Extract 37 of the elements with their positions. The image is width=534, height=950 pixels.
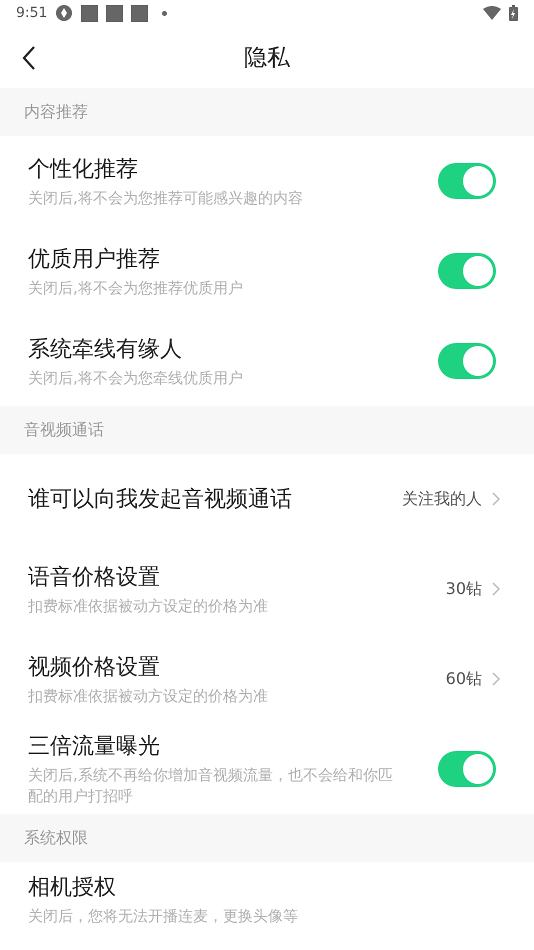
battery-icon xyxy=(509,5,518,21)
section-header: 内容推荐 xyxy=(24,102,88,122)
chevron-icon xyxy=(492,582,500,596)
chevron-icon xyxy=(492,672,500,686)
setting-description: 扣费标准依据被动方设定的价格为准 xyxy=(28,596,269,616)
aperture-icon xyxy=(55,4,74,22)
more-dot-icon xyxy=(162,10,168,16)
notification-icon xyxy=(106,4,124,22)
setting-title: 三倍流量曝光 xyxy=(28,733,161,761)
notification-icon xyxy=(81,4,98,22)
setting-title: 系统牵线有缘人 xyxy=(28,336,183,364)
value-link[interactable]: 关注我的人 xyxy=(402,488,500,510)
setting-title: 个性化推荐 xyxy=(28,156,139,184)
page-title: 隐私 xyxy=(244,44,290,72)
setting-description: 关闭后,将不会为您牵线优质用户 xyxy=(28,368,244,388)
setting-description: 关闭后,系统不再给你增加音视频流量，也不会给和你匹配的用户打招呼 xyxy=(28,765,393,807)
setting-title: 相机授权 xyxy=(28,874,117,902)
toggle-switch[interactable] xyxy=(438,163,496,199)
toggle-switch[interactable] xyxy=(438,343,496,379)
setting-title: 优质用户推荐 xyxy=(28,246,161,274)
chevron-icon xyxy=(492,492,500,506)
section-header: 系统权限 xyxy=(24,828,88,848)
value-link[interactable]: 30钻 xyxy=(446,578,500,600)
setting-title: 谁可以向我发起音视频通话 xyxy=(28,486,293,514)
section-header: 音视频通话 xyxy=(24,420,104,440)
status-time: 9:51 xyxy=(16,5,48,21)
setting-description: 关闭后,将不会为您推荐可能感兴趣的内容 xyxy=(28,188,304,208)
toggle-switch[interactable] xyxy=(438,751,496,787)
setting-description: 关闭后,将不会为您推荐优质用户 xyxy=(28,278,244,298)
wifi-icon xyxy=(483,6,501,20)
notification-icon xyxy=(131,4,148,22)
setting-description: 关闭后，您将无法开播连麦，更换头像等 xyxy=(28,906,299,927)
value-link[interactable]: 60钻 xyxy=(446,668,500,690)
setting-title: 视频价格设置 xyxy=(28,654,161,682)
setting-title: 语音价格设置 xyxy=(28,564,161,592)
setting-description: 扣费标准依据被动方设定的价格为准 xyxy=(28,686,269,706)
toggle-switch[interactable] xyxy=(438,253,496,289)
